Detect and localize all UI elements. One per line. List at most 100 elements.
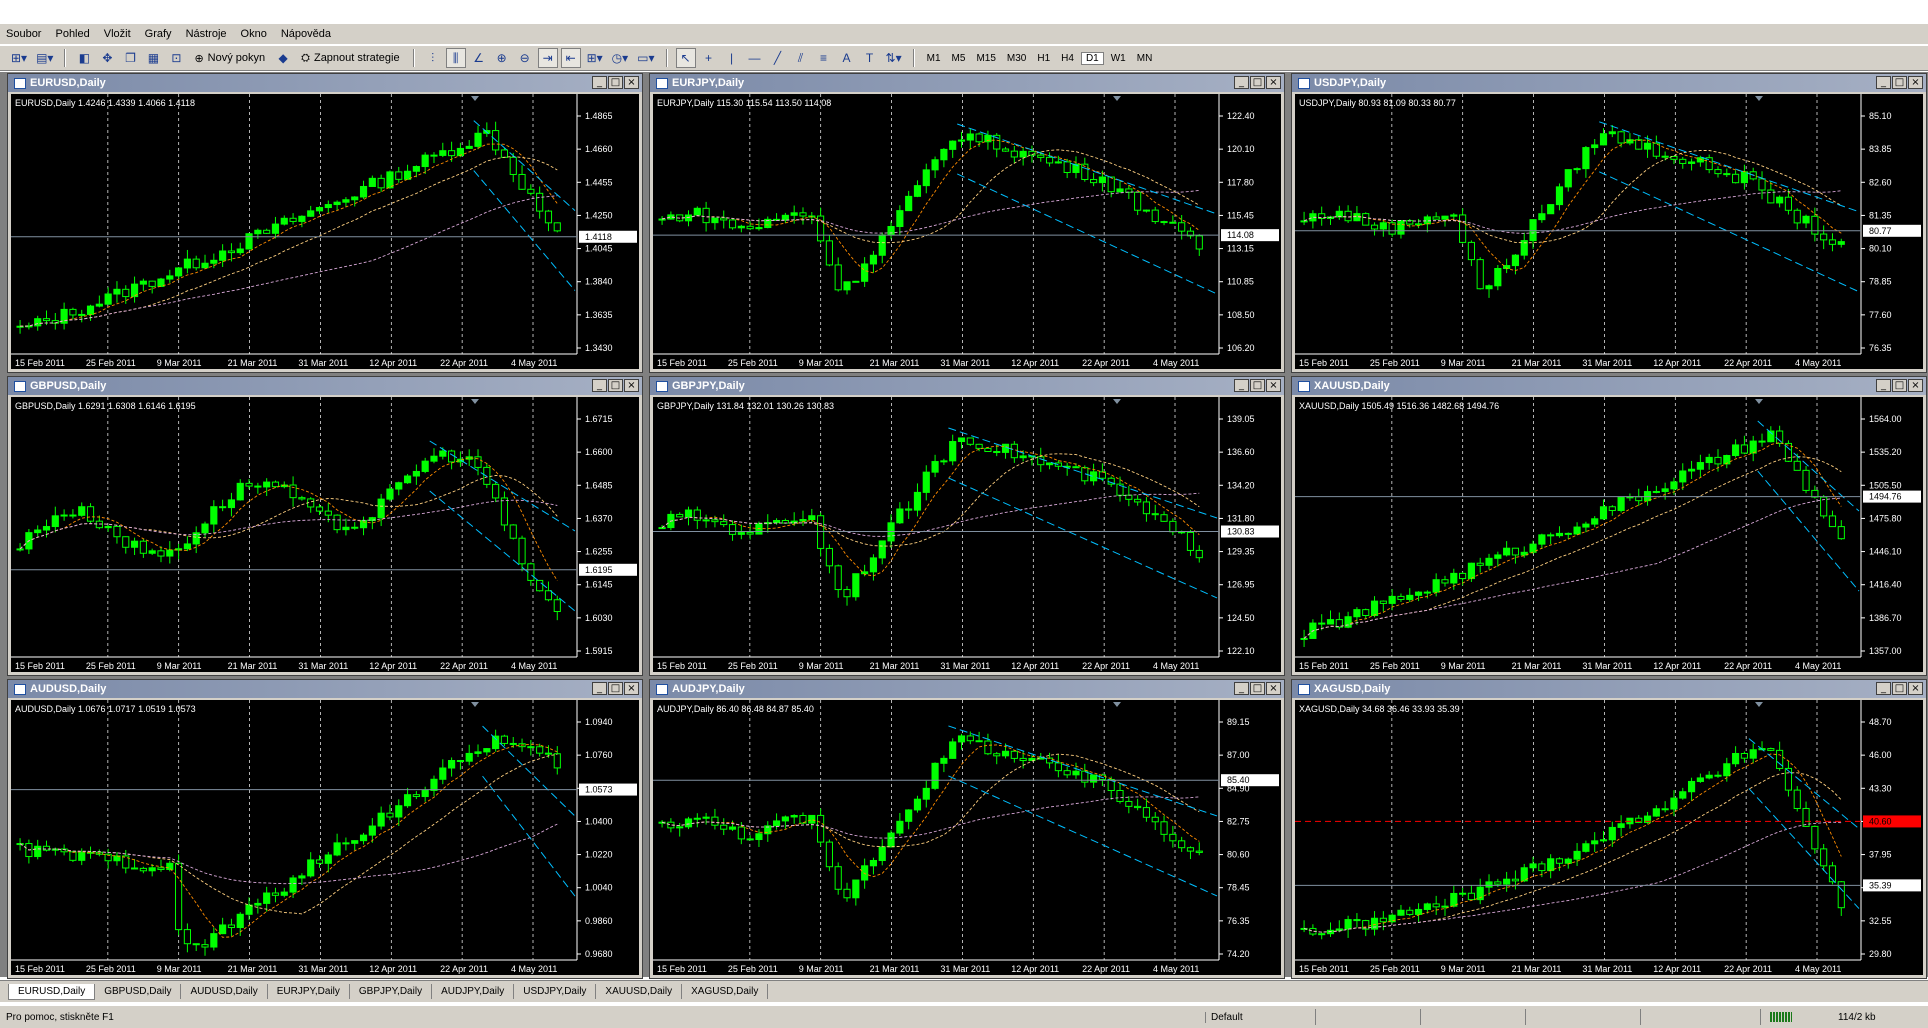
chart-window[interactable]: EURUSD,Daily _ □ × 15 Feb 2011 25 Feb 201… (7, 73, 643, 373)
menu-pohled[interactable]: Pohled (55, 28, 89, 40)
minimize-button[interactable]: _ (1234, 76, 1249, 89)
minimize-button[interactable]: _ (1876, 76, 1891, 89)
indicators-icon[interactable]: ⊞▾ (584, 48, 606, 68)
maximize-button[interactable]: □ (1250, 76, 1265, 89)
horizontal-line-icon[interactable]: — (745, 48, 765, 68)
chart-window[interactable]: XAUUSD,Daily _ □ × 15 Feb 2011 25 Feb 201… (1291, 376, 1927, 676)
maximize-button[interactable]: □ (1892, 682, 1907, 695)
minimize-button[interactable]: _ (592, 379, 607, 392)
trendline-icon[interactable]: ╱ (768, 48, 788, 68)
metaeditor-icon[interactable]: ◆ (273, 48, 293, 68)
maximize-button[interactable]: □ (608, 682, 623, 695)
tab-audjpy[interactable]: AUDJPY,Daily (432, 984, 515, 999)
tab-xauusd[interactable]: XAUUSD,Daily (596, 984, 683, 999)
tester-icon[interactable]: ⊡ (166, 48, 186, 68)
periods-icon[interactable]: ◷▾ (609, 48, 632, 68)
close-button[interactable]: × (1908, 682, 1923, 695)
strategies-button[interactable]: ⛭ Zapnout strategie (296, 48, 404, 68)
tab-eurjpy[interactable]: EURJPY,Daily (268, 984, 350, 999)
tab-eurusd[interactable]: EURUSD,Daily (8, 983, 96, 1000)
price-chart[interactable]: 15 Feb 2011 25 Feb 2011 9 Mar 2011 21 Mar 2… (653, 700, 1281, 975)
minimize-button[interactable]: _ (1876, 379, 1891, 392)
chart-window[interactable]: USDJPY,Daily _ □ × 15 Feb 2011 25 Feb 201… (1291, 73, 1927, 373)
timeframe-m15[interactable]: M15 (972, 53, 999, 64)
menu-soubor[interactable]: Soubor (6, 28, 41, 40)
close-button[interactable]: × (624, 76, 639, 89)
chart-shift-icon[interactable]: ⇤ (560, 48, 581, 68)
minimize-button[interactable]: _ (1234, 682, 1249, 695)
navigator-icon[interactable]: ❐ (120, 48, 140, 68)
chart-window-titlebar[interactable]: AUDJPY,Daily _ □ × (650, 680, 1284, 698)
channel-icon[interactable]: ⫽ (791, 48, 811, 68)
chart-window[interactable]: GBPUSD,Daily _ □ × 15 Feb 2011 25 Feb 201… (7, 376, 643, 676)
chart-window[interactable]: AUDJPY,Daily _ □ × 15 Feb 2011 25 Feb 201… (649, 679, 1285, 979)
terminal-icon[interactable]: ▦ (143, 48, 163, 68)
chart-window[interactable]: AUDUSD,Daily _ □ × 15 Feb 2011 25 Feb 201… (7, 679, 643, 979)
close-button[interactable]: × (624, 379, 639, 392)
line-chart-icon[interactable]: ∠ (469, 48, 489, 68)
chart-window-titlebar[interactable]: AUDUSD,Daily _ □ × (8, 680, 642, 698)
zoom-in-icon[interactable]: ⊕ (492, 48, 512, 68)
text-icon[interactable]: A (837, 48, 857, 68)
timeframe-m1[interactable]: M1 (923, 53, 945, 64)
maximize-button[interactable]: □ (1892, 379, 1907, 392)
maximize-button[interactable]: □ (608, 76, 623, 89)
menu-vlozit[interactable]: Vložit (104, 28, 131, 40)
minimize-button[interactable]: _ (1234, 379, 1249, 392)
chart-window[interactable]: XAGUSD,Daily _ □ × 15 Feb 2011 25 Feb 201… (1291, 679, 1927, 979)
menu-okno[interactable]: Okno (241, 28, 267, 40)
price-chart[interactable]: 15 Feb 2011 25 Feb 2011 9 Mar 2011 21 Mar 2… (1295, 94, 1923, 369)
cursor-icon[interactable]: ↖ (675, 48, 696, 68)
minimize-button[interactable]: _ (1876, 682, 1891, 695)
new-order-button[interactable]: ⊕ Nový pokyn (189, 48, 270, 68)
close-button[interactable]: × (1266, 379, 1281, 392)
profiles-icon[interactable]: ▤▾ (33, 48, 56, 68)
timeframe-d1[interactable]: D1 (1080, 51, 1104, 65)
timeframe-w1[interactable]: W1 (1107, 53, 1130, 64)
data-window-icon[interactable]: ✥ (97, 48, 117, 68)
chart-window[interactable]: GBPJPY,Daily _ □ × 15 Feb 2011 25 Feb 201… (649, 376, 1285, 676)
new-chart-icon[interactable]: ⊞▾ (8, 48, 30, 68)
vertical-line-icon[interactable]: | (722, 48, 742, 68)
timeframe-h4[interactable]: H4 (1057, 53, 1078, 64)
tab-audusd[interactable]: AUDUSD,Daily (181, 984, 268, 999)
price-chart[interactable]: 15 Feb 2011 25 Feb 2011 9 Mar 2011 21 Mar 2… (11, 397, 639, 672)
menu-grafy[interactable]: Grafy (145, 28, 172, 40)
price-chart[interactable]: 15 Feb 2011 25 Feb 2011 9 Mar 2011 21 Mar 2… (653, 397, 1281, 672)
bar-chart-icon[interactable]: ⫶ (423, 48, 443, 68)
close-button[interactable]: × (624, 682, 639, 695)
price-chart[interactable]: 15 Feb 2011 25 Feb 2011 9 Mar 2011 21 Mar 2… (11, 94, 639, 369)
menu-nastroje[interactable]: Nástroje (186, 28, 227, 40)
maximize-button[interactable]: □ (1892, 76, 1907, 89)
maximize-button[interactable]: □ (1250, 682, 1265, 695)
close-button[interactable]: × (1266, 76, 1281, 89)
chart-window-titlebar[interactable]: USDJPY,Daily _ □ × (1292, 74, 1926, 92)
fibonacci-icon[interactable]: ≡ (814, 48, 834, 68)
zoom-out-icon[interactable]: ⊖ (515, 48, 535, 68)
timeframe-m5[interactable]: M5 (948, 53, 970, 64)
chart-window[interactable]: EURJPY,Daily _ □ × 15 Feb 2011 25 Feb 201… (649, 73, 1285, 373)
chart-window-titlebar[interactable]: XAGUSD,Daily _ □ × (1292, 680, 1926, 698)
menu-napoveda[interactable]: Nápověda (281, 28, 331, 40)
timeframe-mn[interactable]: MN (1133, 53, 1157, 64)
timeframe-m30[interactable]: M30 (1003, 53, 1030, 64)
price-chart[interactable]: 15 Feb 2011 25 Feb 2011 9 Mar 2011 21 Mar 2… (653, 94, 1281, 369)
tab-gbpjpy[interactable]: GBPJPY,Daily (350, 984, 433, 999)
chart-window-titlebar[interactable]: GBPJPY,Daily _ □ × (650, 377, 1284, 395)
close-button[interactable]: × (1908, 379, 1923, 392)
tab-xagusd[interactable]: XAGUSD,Daily (682, 984, 769, 999)
text-label-icon[interactable]: T (860, 48, 880, 68)
price-chart[interactable]: 15 Feb 2011 25 Feb 2011 9 Mar 2011 21 Mar 2… (11, 700, 639, 975)
chart-window-titlebar[interactable]: EURUSD,Daily _ □ × (8, 74, 642, 92)
close-button[interactable]: × (1266, 682, 1281, 695)
minimize-button[interactable]: _ (592, 682, 607, 695)
maximize-button[interactable]: □ (1250, 379, 1265, 392)
price-chart[interactable]: 15 Feb 2011 25 Feb 2011 9 Mar 2011 21 Mar 2… (1295, 700, 1923, 975)
chart-window-titlebar[interactable]: GBPUSD,Daily _ □ × (8, 377, 642, 395)
chart-window-titlebar[interactable]: XAUUSD,Daily _ □ × (1292, 377, 1926, 395)
tab-gbpusd[interactable]: GBPUSD,Daily (95, 984, 182, 999)
timeframe-h1[interactable]: H1 (1033, 53, 1054, 64)
autoscroll-icon[interactable]: ⇥ (537, 48, 558, 68)
arrows-icon[interactable]: ⇅▾ (883, 48, 905, 68)
close-button[interactable]: × (1908, 76, 1923, 89)
